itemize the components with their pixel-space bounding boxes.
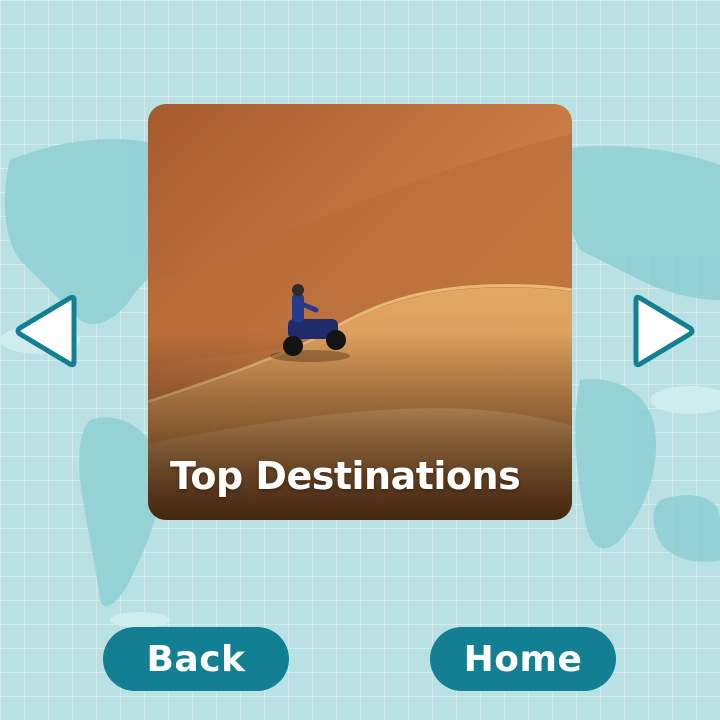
destination-card[interactable]: Top Destinations — [148, 104, 572, 520]
back-button[interactable]: Back — [103, 627, 289, 691]
previous-button[interactable] — [12, 292, 84, 370]
home-button[interactable]: Home — [430, 627, 616, 691]
card-title: Top Destinations — [170, 454, 521, 498]
triangle-right-icon — [633, 294, 695, 368]
next-button[interactable] — [626, 292, 698, 370]
triangle-left-icon — [15, 294, 77, 368]
